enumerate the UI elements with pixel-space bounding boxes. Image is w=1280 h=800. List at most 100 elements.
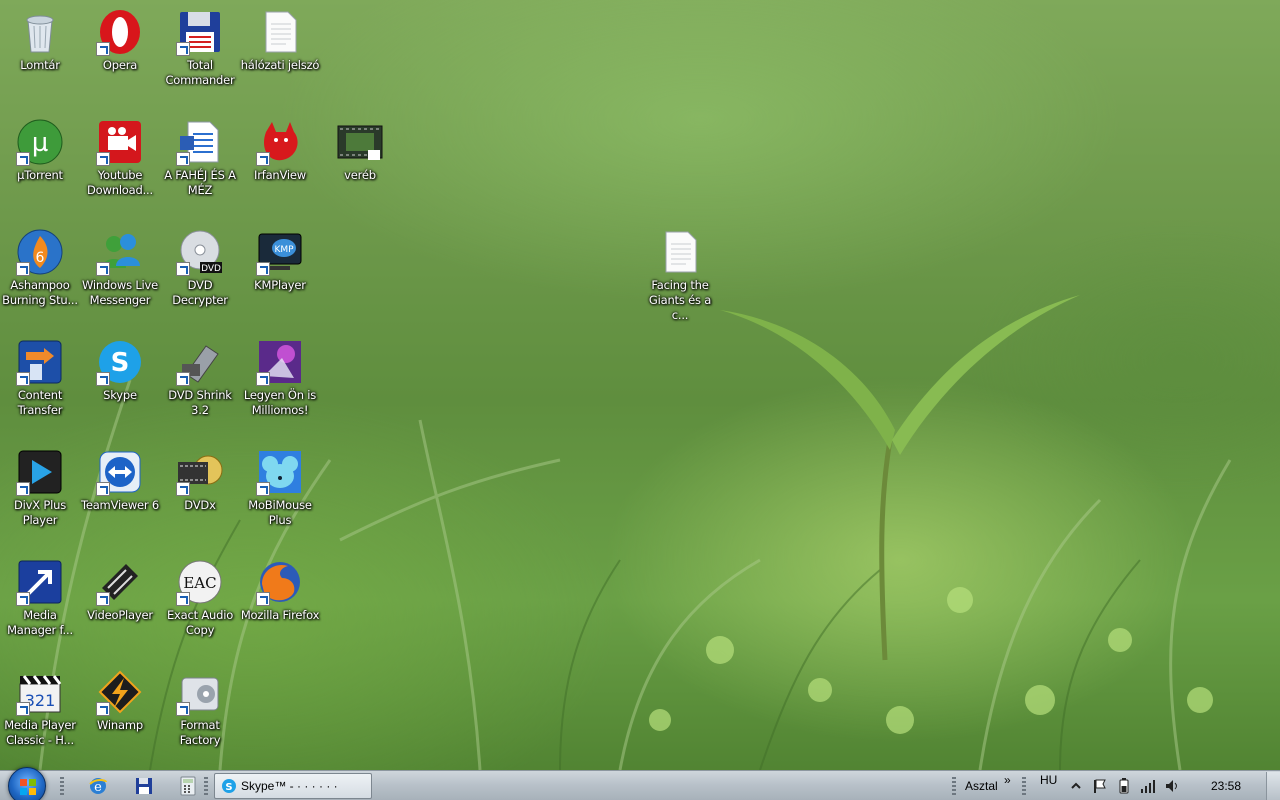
volume-icon[interactable] [1164,778,1180,794]
media-manager-icon [16,558,64,606]
desktop-icon-mobimouse[interactable]: MoBiMouse Plus [240,444,320,548]
desktop-icon-total-commander[interactable]: Total Commander [160,4,240,108]
shortcut-arrow-icon [96,42,110,56]
shortcut-arrow-icon [256,152,270,166]
shortcut-arrow-icon [176,42,190,56]
language-indicator[interactable]: HU [1040,765,1057,795]
desktop-icon-format-factory[interactable]: Format Factory [160,664,240,768]
desktop-icon-label: KMPlayer [254,278,306,292]
desktop-icon-label: TeamViewer 6 [80,498,160,512]
content-transfer-icon [16,338,64,386]
desktop-icon-legyen-on-is-milliomos[interactable]: Legyen Ön is Milliomos! [240,334,320,438]
shortcut-arrow-icon [96,152,110,166]
shortcut-arrow-icon [16,592,30,606]
svg-text:µ: µ [32,128,49,158]
desktop-icon-label: Lomtár [20,58,60,72]
shortcut-arrow-icon [96,482,110,496]
opera-icon [96,8,144,56]
desktop-icon-label: Mozilla Firefox [240,608,320,622]
desktop-icon-label: Legyen Ön is Milliomos! [243,388,317,417]
desktop-icon-opera[interactable]: Opera [80,4,160,108]
desktop-icon-label: IrfanView [254,168,306,182]
desktop-icon-label: Youtube Download... [87,168,153,197]
desktop-icon-dvd-decrypter[interactable]: DVD DVD Decrypter [160,224,240,328]
desktop-icon-irfanview[interactable]: IrfanView [240,114,320,218]
desktop-icon-ashampoo[interactable]: 6 Ashampoo Burning Stu... [0,224,80,328]
shortcut-arrow-icon [16,482,30,496]
svg-text:EAC: EAC [183,574,216,592]
shortcut-arrow-icon [256,262,270,276]
desktop-icon-label: hálózati jelszó [240,58,320,72]
start-button[interactable] [8,767,46,800]
desktop-icon-content-transfer[interactable]: Content Transfer [0,334,80,438]
desktop-icon-teamviewer[interactable]: TeamViewer 6 [80,444,160,548]
eac-disc-icon: EAC [176,558,224,606]
taskbar-button-skype[interactable]: S Skype™ - · · · · · · [214,773,372,799]
desktop-icon-divx[interactable]: DivX Plus Player [0,444,80,548]
desktop-icon-media-manager[interactable]: Media Manager f... [0,554,80,658]
toolbar-grip[interactable] [952,777,956,795]
dvd-shrink-icon [176,338,224,386]
utorrent-icon: µ [16,118,64,166]
shortcut-arrow-icon [176,702,190,716]
desktop-icon-label: DVD Decrypter [172,278,228,307]
clapperboard-icon: 321 [16,668,64,716]
shortcut-arrow-icon [256,592,270,606]
desktop-icon-fahej-es-a-mez[interactable]: A FAHÉJ ÉS A MÉZ [160,114,240,218]
quicklaunch-save[interactable] [134,776,156,796]
desktop-icon-recycle-bin[interactable]: Lomtár [0,4,80,108]
desktop-icon-skype[interactable]: S Skype [80,334,160,438]
quicklaunch-calculator[interactable] [178,776,200,796]
desktop-icon-youtube-downloader[interactable]: Youtube Download... [80,114,160,218]
desktop-icon-mozilla-firefox[interactable]: Mozilla Firefox [240,554,320,658]
toolbar-grip[interactable] [1022,777,1026,795]
desktop-icon-vereb[interactable]: veréb [320,114,400,218]
desktop-icon-windows-live-messenger[interactable]: Windows Live Messenger [80,224,160,328]
desktop-icon-label: Total Commander [165,58,235,87]
desktop-icon-exact-audio-copy[interactable]: EAC Exact Audio Copy [160,554,240,658]
shortcut-arrow-icon [16,702,30,716]
text-document-icon [656,228,704,276]
desktop-icon-dvd-shrink[interactable]: DVD Shrink 3.2 [160,334,240,438]
desktop-icon-utorrent[interactable]: µ µTorrent [0,114,80,218]
desktop-icon-label: Exact Audio Copy [166,608,234,637]
shortcut-arrow-icon [176,262,190,276]
toolbar-grip[interactable] [204,777,208,795]
desktop-icon-kmplayer[interactable]: KMP KMPlayer [240,224,320,328]
svg-text:KMP: KMP [274,245,294,255]
network-signal-icon[interactable] [1140,778,1156,794]
desktop-icon-label: Ashampoo Burning Stu... [2,278,78,307]
taskbar-clock[interactable]: 23:58 [1198,771,1254,800]
winamp-bolt-icon [96,668,144,716]
show-hidden-icons-icon[interactable] [1068,778,1084,794]
shortcut-arrow-icon [16,372,30,386]
dvd-disc-icon: DVD [176,228,224,276]
teamviewer-icon [96,448,144,496]
desktop-toolbar-label[interactable]: Asztal [965,771,998,800]
toolbar-chevron-icon[interactable]: » [1004,765,1011,795]
desktop-icon-videoplayer[interactable]: VideoPlayer [80,554,160,658]
show-desktop-button[interactable] [1266,772,1280,800]
floppy-disk-icon [176,8,224,56]
desktop-icon-halozati-jelszo[interactable]: hálózati jelszó [240,4,320,108]
battery-icon[interactable] [1116,778,1132,794]
calculator-icon [180,776,196,796]
desktop-icon-label: Media Manager f... [7,608,73,637]
desktop-icon-label: Content Transfer [17,388,63,417]
action-center-flag-icon[interactable] [1092,778,1108,794]
quicklaunch-ie[interactable]: e [88,776,110,796]
desktop-icon-label: veréb [344,168,376,182]
desktop-icon-media-player-classic[interactable]: 321 Media Player Classic - H... [0,664,80,768]
kmp-monitor-icon: KMP [256,228,304,276]
desktop-icon-winamp[interactable]: Winamp [80,664,160,768]
desktop-icon-facing-the-giants[interactable]: Facing the Giants és a c... [640,224,720,328]
svg-text:6: 6 [36,250,45,266]
format-factory-icon [176,668,224,716]
desktop-icon-label: Windows Live Messenger [81,278,159,307]
shortcut-arrow-icon [176,372,190,386]
toolbar-grip[interactable] [60,777,64,795]
desktop-icon-dvdx[interactable]: DVDx [160,444,240,548]
desktop-icon-label: Winamp [97,718,143,732]
windows-flag-icon [20,779,36,795]
desktop-icon-label: Format Factory [179,718,221,747]
